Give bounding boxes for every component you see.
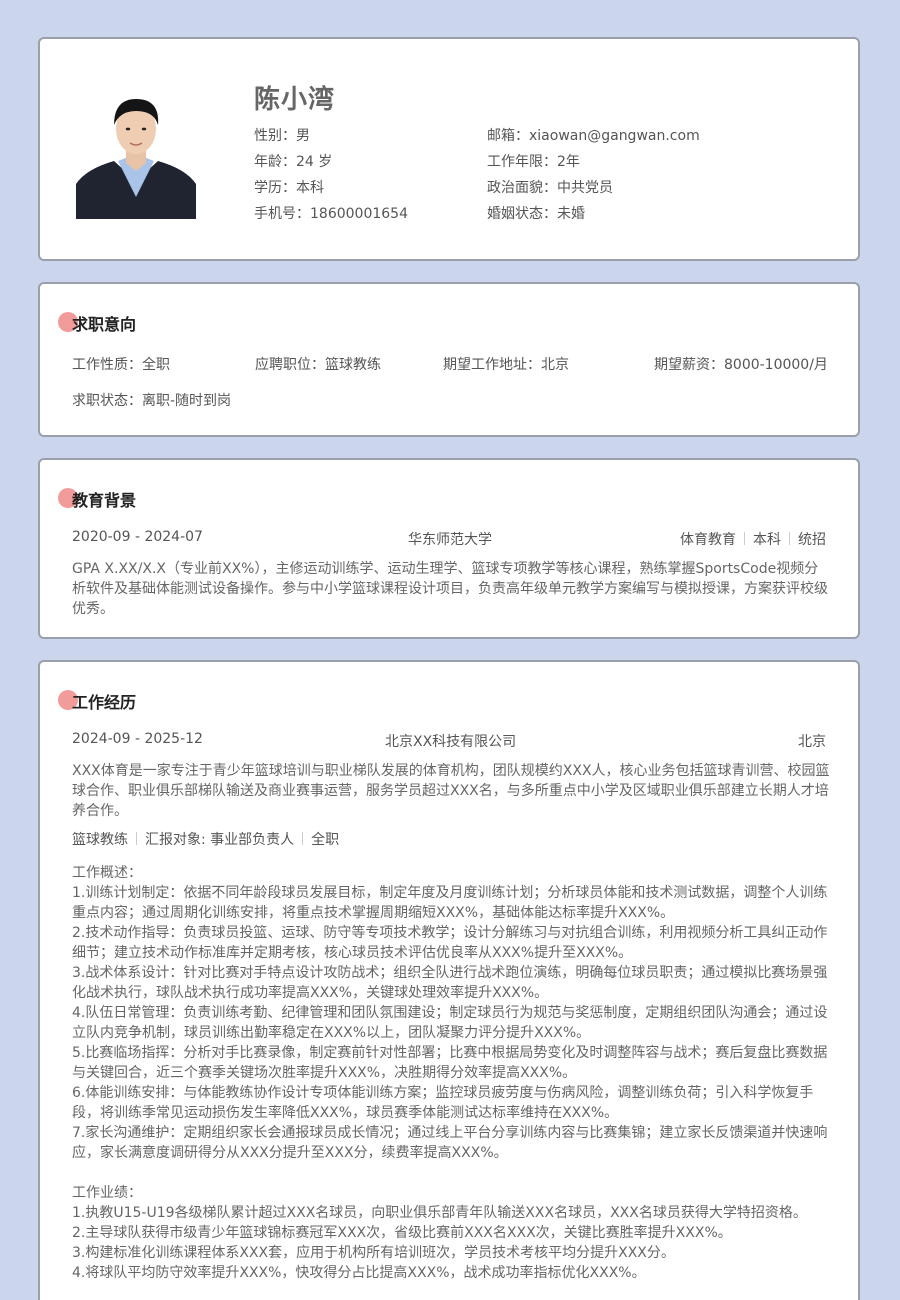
intent-status: 求职状态：离职-随时到岗 (72, 393, 232, 409)
work-overview: 工作概述： 1.训练计划制定：依据不同年龄段球员发展目标，制定年度及月度训练计划… (72, 863, 832, 1283)
list-item: 1.训练计划制定：依据不同年龄段球员发展目标，制定年度及月度训练计划；分析球员体… (72, 885, 828, 921)
info-gender: 性别：男 (254, 128, 310, 144)
list-item: 4.将球队平均防守效率提升XXX%，快攻得分占比提高XXX%，战术成功率指标优化… (72, 1265, 646, 1281)
avatar-photo-icon (76, 89, 196, 219)
edu-period: 2020-09 - 2024-07 (72, 529, 203, 545)
intent-location: 期望工作地址：北京 (443, 357, 569, 373)
intent-salary: 期望薪资：8000-10000/月 (654, 357, 828, 373)
avatar (76, 89, 196, 219)
info-work-years: 工作年限：2年 (487, 154, 580, 170)
work-card: 工作经历 2024-09 - 2025-12 北京XX科技有限公司 北京 XXX… (38, 660, 860, 1300)
list-item: 6.体能训练安排：与体能教练协作设计专项体能训练方案；监控球员疲劳度与伤病风险，… (72, 1085, 814, 1121)
list-item: 5.比赛临场指挥：分析对手比赛录像，制定赛前针对性部署；比赛中根据局势变化及时调… (72, 1045, 828, 1081)
list-item: 1.执教U15-U19各级梯队累计超过XXX名球员，向职业俱乐部青年队输送XXX… (72, 1205, 807, 1221)
edu-school: 华东师范大学 (408, 532, 492, 548)
info-email: 邮箱：xiaowan@gangwan.com (487, 128, 700, 144)
intent-work-type: 工作性质：全职 (72, 357, 170, 373)
profile-card: 陈小湾 性别：男 年龄：24 岁 学历：本科 手机号：18600001654 邮… (38, 37, 860, 261)
section-title: 工作经历 (58, 689, 136, 713)
work-company: 北京XX科技有限公司 (385, 734, 517, 750)
list-item: 3.战术体系设计：针对比赛对手特点设计攻防战术；组织全队进行战术跑位演练，明确每… (72, 965, 828, 1001)
list-item: 2.技术动作指导：负责球员投篮、运球、防守等专项技术教学；设计分解练习与对抗组合… (72, 925, 828, 961)
info-political: 政治面貌：中共党员 (487, 180, 613, 196)
list-item: 3.构建标准化训练课程体系XXX套，应用于机构所有培训班次，学员技术考核平均分提… (72, 1245, 675, 1261)
edu-tags: 体育教育 本科 统招 (680, 532, 826, 548)
list-item: 4.队伍日常管理：负责训练考勤、纪律管理和团队氛围建设；制定球员行为规范与奖惩制… (72, 1005, 828, 1041)
job-intent-card: 求职意向 工作性质：全职 应聘职位：篮球教练 期望工作地址：北京 期望薪资：80… (38, 282, 860, 437)
info-marital: 婚姻状态：未婚 (487, 206, 585, 222)
info-age: 年龄：24 岁 (254, 154, 333, 170)
section-title: 求职意向 (58, 311, 136, 335)
intent-position: 应聘职位：篮球教练 (255, 357, 381, 373)
work-period: 2024-09 - 2025-12 (72, 731, 203, 747)
candidate-name: 陈小湾 (254, 85, 336, 115)
company-description: XXX体育是一家专注于青少年篮球培训与职业梯队发展的体育机构，团队规模约XXX人… (72, 763, 830, 819)
list-item: 7.家长沟通维护：定期组织家长会通报球员成长情况；通过线上平台分享训练内容与比赛… (72, 1125, 828, 1161)
work-tags: 篮球教练 汇报对象: 事业部负责人 全职 (72, 832, 340, 848)
education-card: 教育背景 2020-09 - 2024-07 华东师范大学 体育教育 本科 统招 G… (38, 458, 860, 639)
section-title: 教育背景 (58, 487, 136, 511)
info-education: 学历：本科 (254, 180, 324, 196)
list-item: 2.主导球队获得市级青少年篮球锦标赛冠军XXX次，省级比赛前XXX名XXX次，关… (72, 1225, 732, 1241)
info-phone: 手机号：18600001654 (254, 206, 408, 222)
work-city: 北京 (798, 734, 826, 750)
edu-description: GPA X.XX/X.X（专业前XX%），主修运动训练学、运动生理学、篮球专项教… (72, 561, 828, 617)
